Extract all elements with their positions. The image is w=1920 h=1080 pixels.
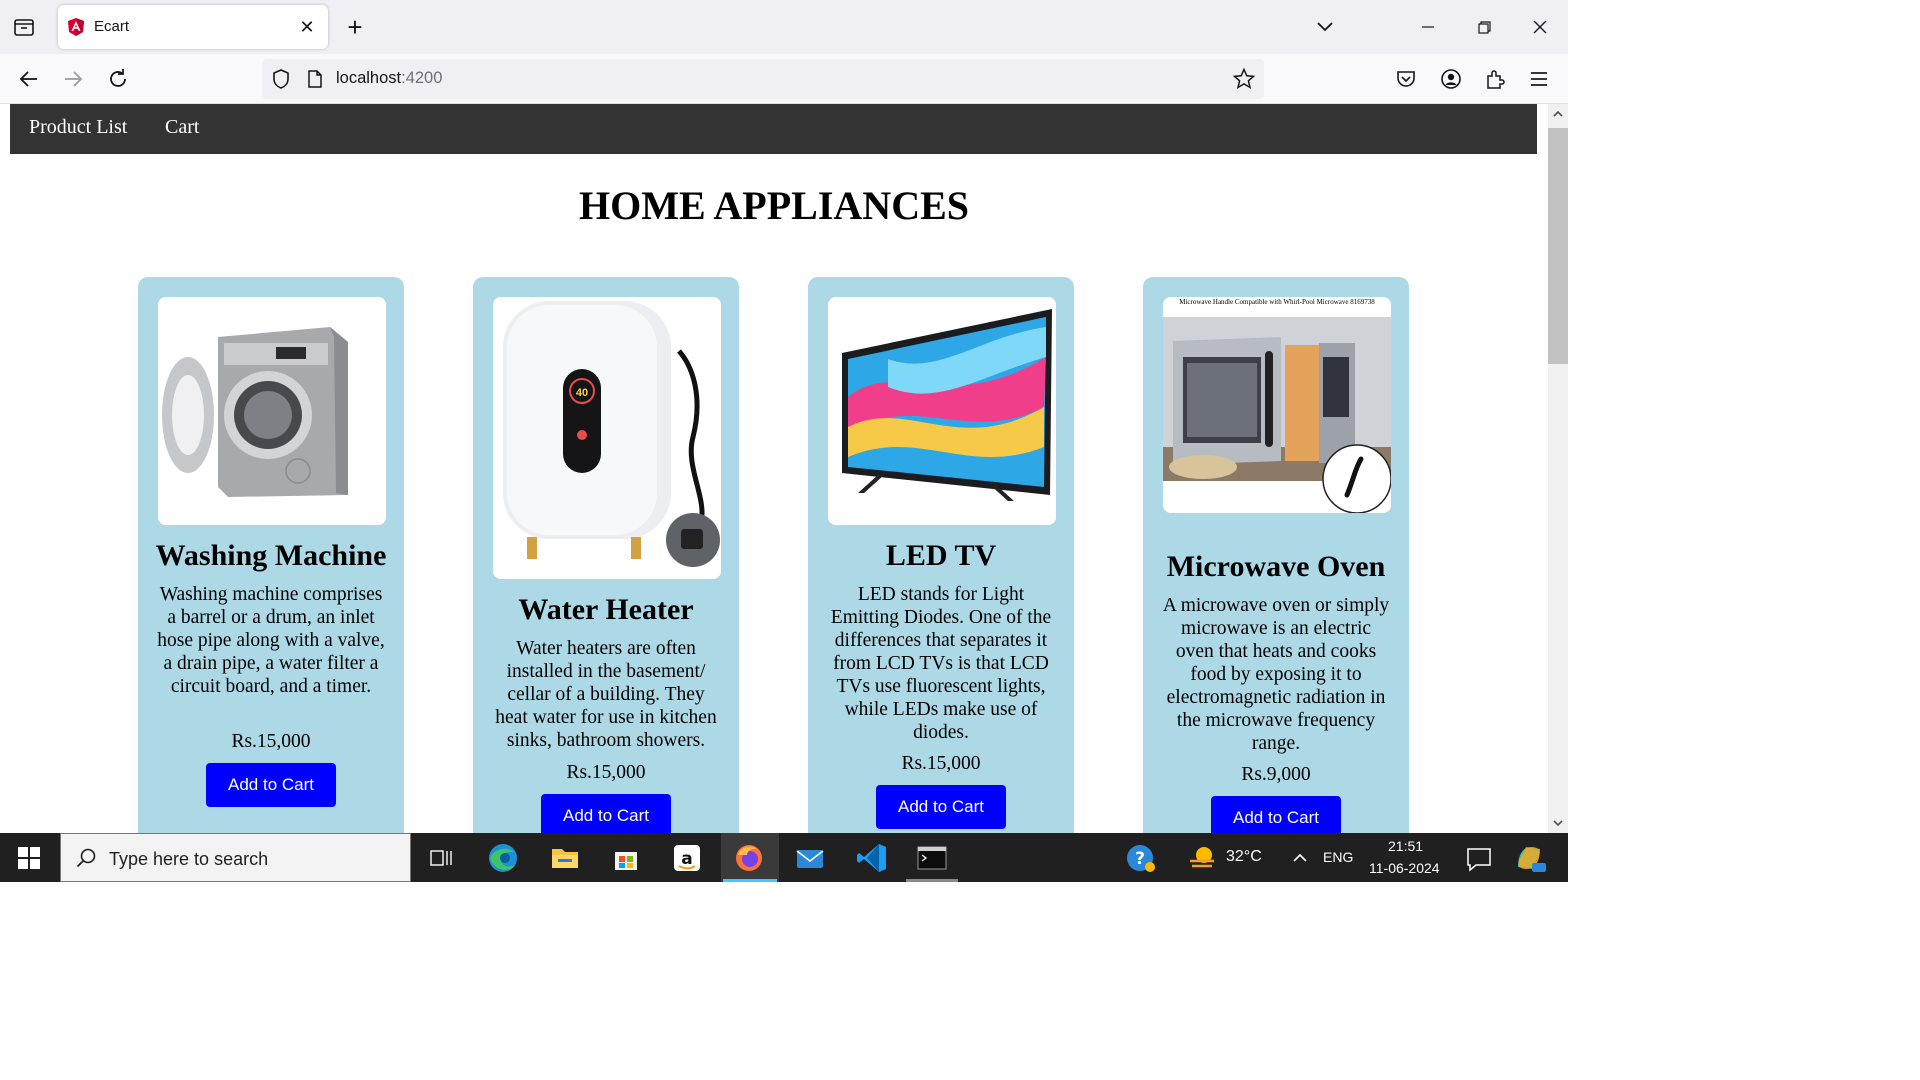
file-explorer-icon[interactable] <box>546 839 584 877</box>
product-description: LED stands for Light Emitting Diodes. On… <box>830 584 1052 743</box>
add-to-cart-button[interactable]: Add to Cart <box>541 794 671 833</box>
scrollbar-thumb[interactable] <box>1548 128 1568 364</box>
help-icon[interactable]: ? <box>1122 839 1160 877</box>
product-description: Water heaters are often installed in the… <box>495 638 717 751</box>
task-view-icon[interactable] <box>422 839 460 877</box>
language-indicator[interactable]: ENG <box>1323 849 1353 865</box>
product-title: Washing Machine <box>155 539 387 572</box>
browser-toolbar: localhost:4200 <box>0 54 1568 104</box>
product-card-led-tv: LED TV LED stands for Light Emitting Dio… <box>808 277 1074 833</box>
pocket-icon[interactable] <box>1394 67 1418 91</box>
microwave-image: Microwave Handle Compatible with Whirl-P… <box>1163 297 1391 513</box>
page-viewport: Product List Cart HOME APPLIANCES Washin… <box>0 104 1548 833</box>
menu-icon[interactable] <box>1527 67 1551 91</box>
scroll-down-icon[interactable] <box>1552 817 1564 829</box>
address-bar[interactable]: localhost:4200 <box>262 59 1264 99</box>
minimize-icon[interactable] <box>1413 12 1443 42</box>
amazon-icon[interactable]: a <box>668 839 706 877</box>
search-placeholder: Type here to search <box>109 849 269 869</box>
scroll-up-icon[interactable] <box>1552 108 1564 120</box>
product-card-washing-machine: Washing Machine Washing machine comprise… <box>138 277 404 833</box>
product-price: Rs.15,000 <box>566 762 646 783</box>
product-title: Microwave Oven <box>1166 550 1386 583</box>
product-price: Rs.15,000 <box>231 731 311 752</box>
terminal-icon[interactable] <box>913 839 951 877</box>
tab-close-icon[interactable]: ✕ <box>296 16 318 38</box>
nav-link-product-list[interactable]: Product List <box>29 116 127 139</box>
search-icon <box>76 848 96 868</box>
angular-favicon-icon <box>68 18 84 36</box>
notifications-icon[interactable] <box>1460 839 1498 877</box>
washing-machine-image <box>158 297 386 525</box>
site-navbar: Product List Cart <box>10 104 1537 154</box>
led-tv-image <box>828 297 1056 525</box>
reload-icon[interactable] <box>106 67 130 91</box>
new-tab-icon[interactable]: + <box>342 14 368 40</box>
forward-arrow-icon[interactable] <box>61 67 85 91</box>
restore-icon[interactable] <box>1469 12 1499 42</box>
copilot-icon[interactable] <box>1510 839 1548 877</box>
taskbar-search-input[interactable]: Type here to search <box>60 833 411 882</box>
clock-date[interactable]: 11-06-2024 <box>1369 860 1440 876</box>
product-description: Washing machine comprises a barrel or a … <box>157 584 385 697</box>
close-window-icon[interactable] <box>1525 12 1555 42</box>
svg-text:?: ? <box>1135 849 1145 869</box>
nav-link-cart[interactable]: Cart <box>165 116 199 139</box>
add-to-cart-button[interactable]: Add to Cart <box>206 763 336 807</box>
weather-icon[interactable] <box>1184 839 1222 877</box>
product-price: Rs.9,000 <box>1241 764 1311 785</box>
heater-display-text: 40 <box>576 387 588 399</box>
vscode-icon[interactable] <box>853 839 891 877</box>
account-icon[interactable] <box>1439 67 1463 91</box>
product-card-microwave-oven: Microwave Handle Compatible with Whirl-P… <box>1143 277 1409 833</box>
mail-icon[interactable] <box>791 839 829 877</box>
page-scrollbar[interactable] <box>1548 104 1568 833</box>
svg-text:a: a <box>681 849 692 869</box>
clock-time[interactable]: 21:51 <box>1388 838 1423 854</box>
microsoft-store-icon[interactable] <box>607 839 645 877</box>
back-arrow-icon[interactable] <box>17 67 41 91</box>
product-title: Water Heater <box>518 593 694 626</box>
product-price: Rs.15,000 <box>901 753 981 774</box>
microwave-image-caption: Microwave Handle Compatible with Whirl-P… <box>1179 298 1375 306</box>
bookmark-star-icon[interactable] <box>1232 67 1256 91</box>
chevron-up-icon[interactable] <box>1282 839 1318 877</box>
product-title: LED TV <box>885 539 997 572</box>
water-heater-image: 40 <box>493 297 721 579</box>
browser-tab-active[interactable]: Ecart ✕ <box>58 5 328 49</box>
add-to-cart-button[interactable]: Add to Cart <box>876 785 1006 829</box>
extensions-icon[interactable] <box>1483 67 1507 91</box>
windows-taskbar: Type here to search a ? 32°C ENG 21:51 1… <box>0 833 1568 882</box>
tab-title: Ecart <box>94 18 130 35</box>
running-app-indicator <box>906 879 958 882</box>
browser-tab-bar: Ecart ✕ + <box>0 0 1568 54</box>
active-app-indicator <box>723 879 777 882</box>
product-description: A microwave oven or simply microwave is … <box>1162 595 1390 754</box>
product-card-water-heater: 40 Water Heater Water heaters are often … <box>473 277 739 833</box>
weather-temperature[interactable]: 32°C <box>1226 848 1262 866</box>
firefox-icon[interactable] <box>730 839 768 877</box>
windows-start-icon[interactable] <box>18 847 40 869</box>
tab-list-icon[interactable] <box>12 15 36 39</box>
chevron-down-icon[interactable] <box>1313 16 1337 38</box>
page-title: HOME APPLIANCES <box>578 183 970 228</box>
add-to-cart-button[interactable]: Add to Cart <box>1211 796 1341 833</box>
url-text[interactable]: localhost:4200 <box>336 69 442 88</box>
shield-icon[interactable] <box>270 68 292 90</box>
page-info-icon[interactable] <box>306 69 324 89</box>
edge-browser-icon[interactable] <box>484 839 522 877</box>
